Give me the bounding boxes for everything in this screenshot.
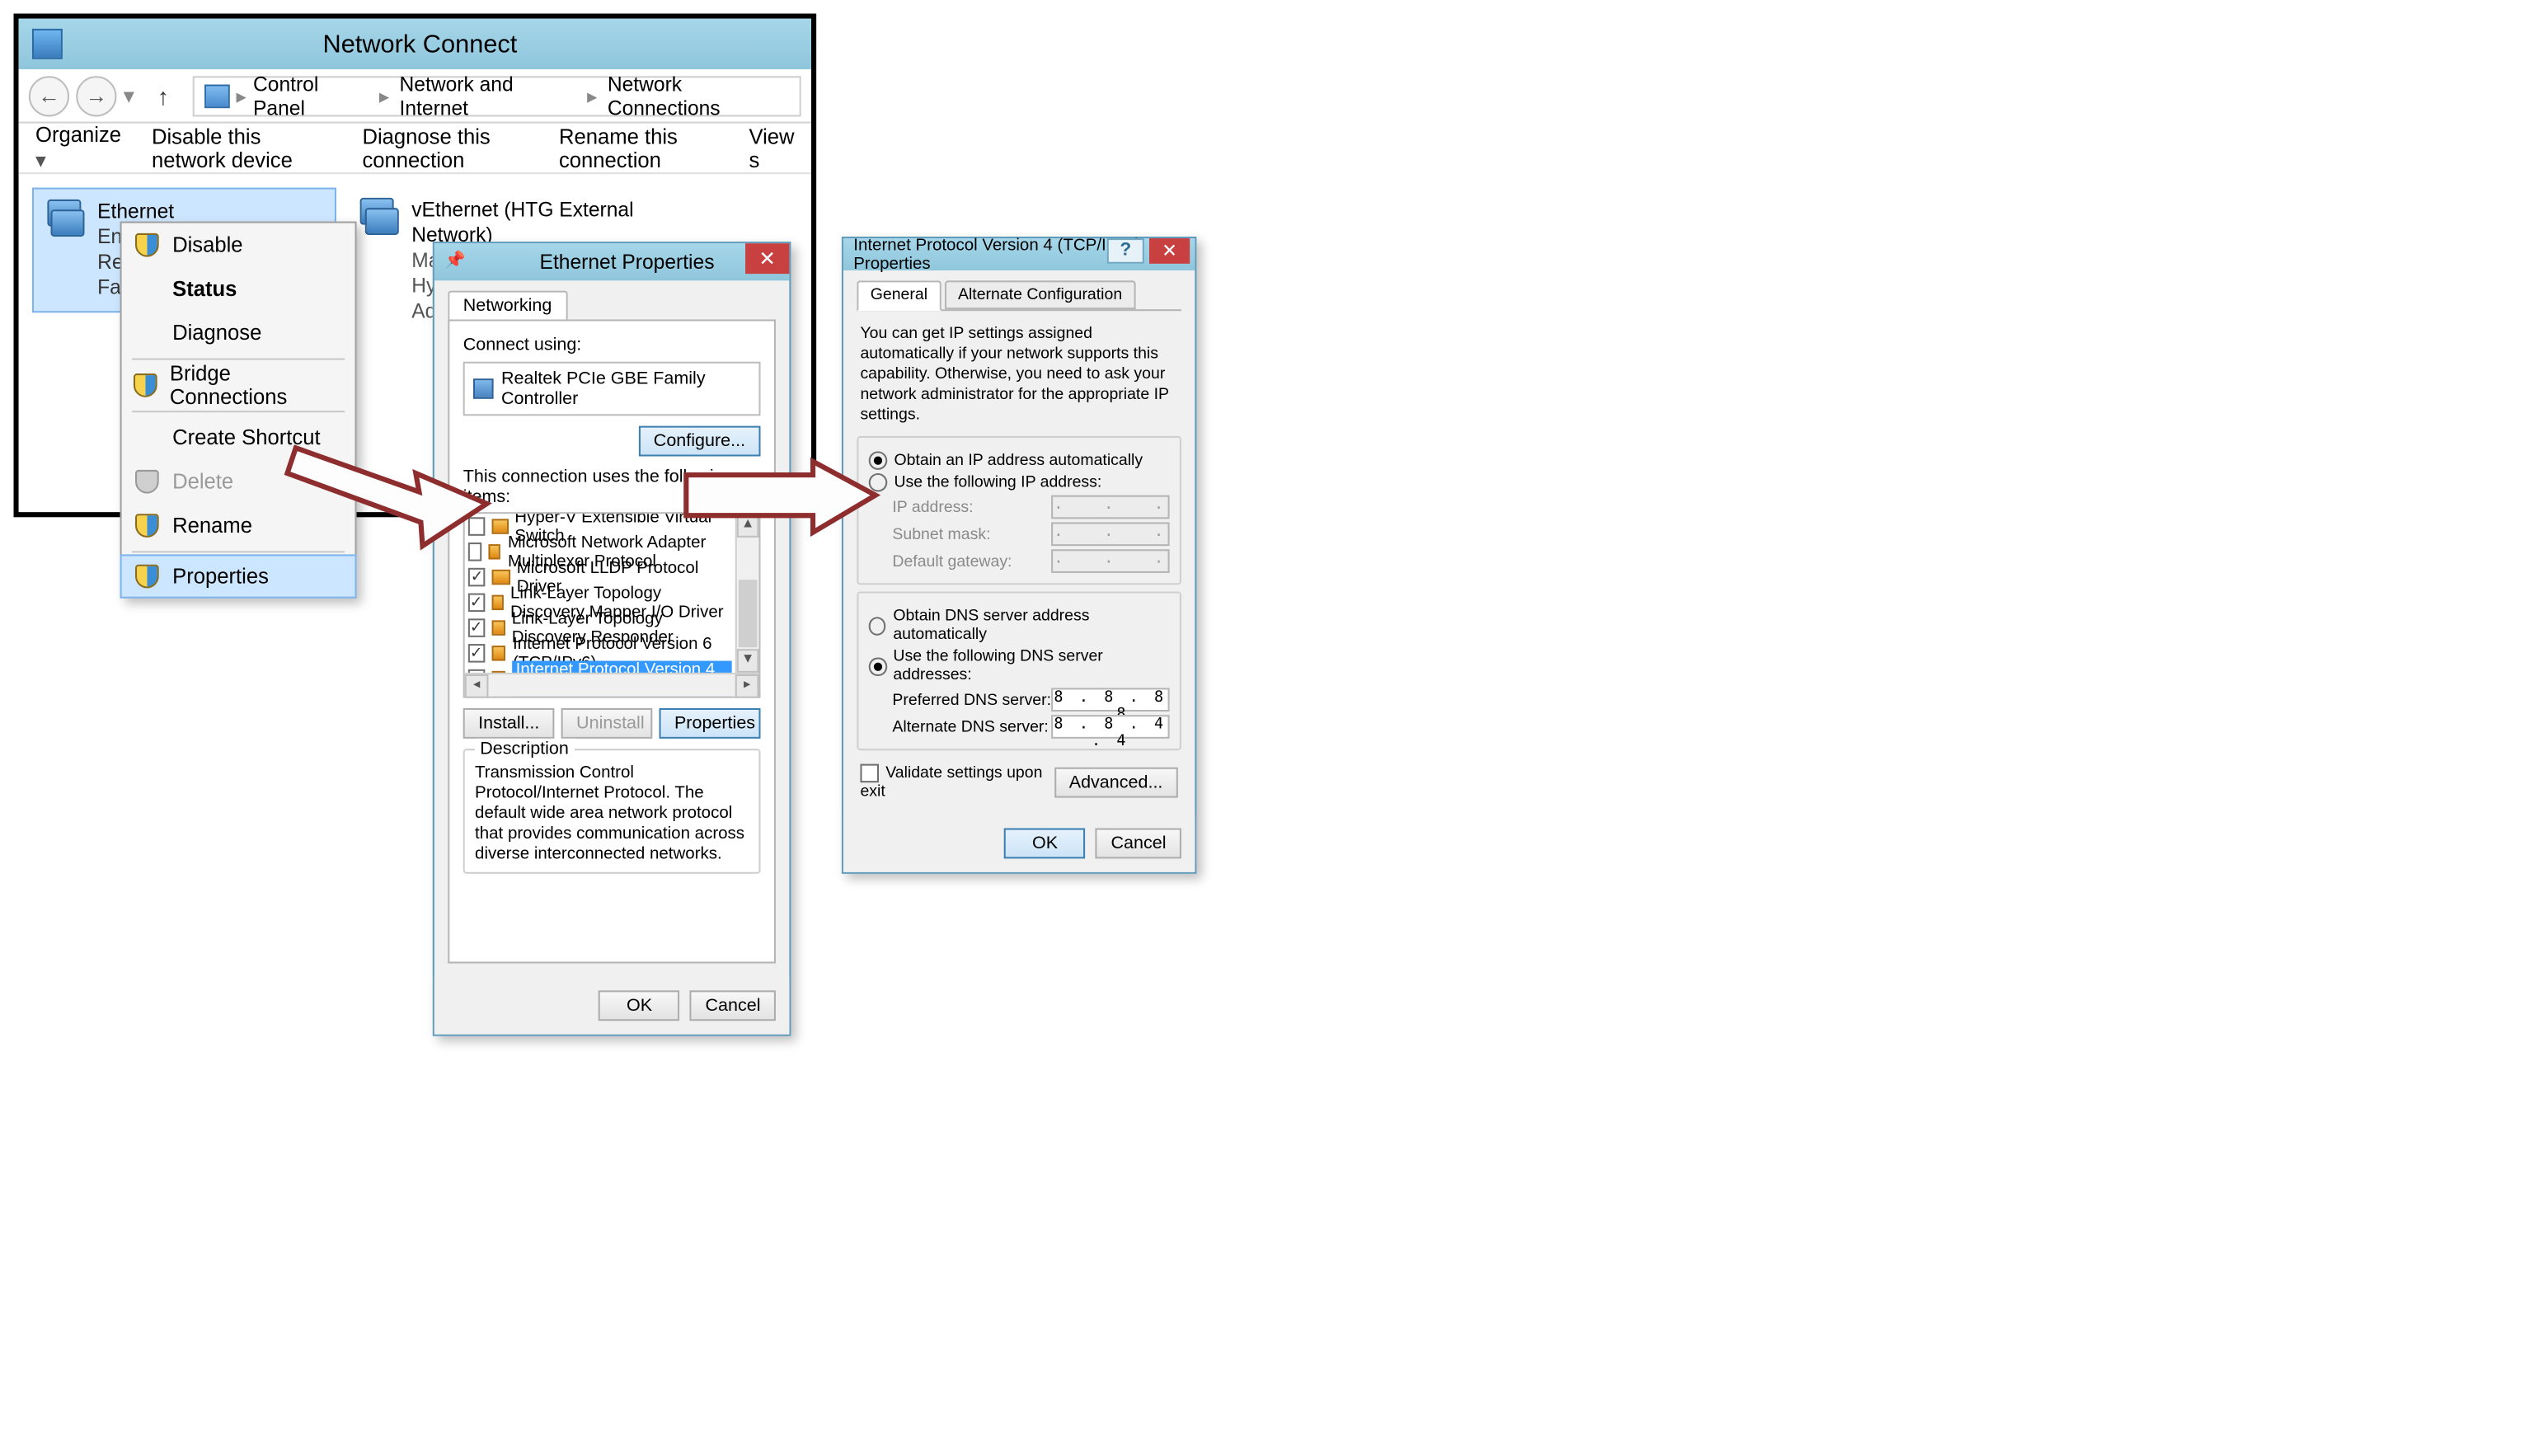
component-icon [491,646,506,660]
tab-strip: General Alternate Configuration [857,280,1181,311]
cancel-button[interactable]: Cancel [690,990,776,1021]
dialog-title: Ethernet Properties [465,250,790,274]
dialog-footer: OK Cancel [434,977,790,1035]
hscrollbar[interactable]: ◂ ▸ [465,673,759,697]
arrow-1 [288,414,508,554]
tab-strip: Networking [448,291,776,322]
adapter-icon [357,198,398,256]
configure-button[interactable]: Configure... [638,426,760,457]
diagnose-cmd[interactable]: Diagnose this connection [362,124,528,171]
scroll-thumb[interactable] [739,580,758,647]
label-ip: IP address: [892,498,973,517]
install-button[interactable]: Install... [463,708,555,739]
label-mask: Subnet mask: [892,525,990,544]
checkbox[interactable]: ✓ [468,594,485,613]
ctx-diagnose[interactable]: Diagnose [122,311,355,355]
ip-settings-group: Obtain an IP address automatically Use t… [857,436,1181,585]
checkbox[interactable]: ✓ [468,568,486,587]
radio-dns-auto[interactable]: Obtain DNS server address automatically [869,607,1170,644]
component-icon [492,570,509,585]
radio-dns-manual[interactable]: Use the following DNS server addresses: [869,647,1170,684]
checkbox[interactable]: ✓ [468,644,485,663]
field-gateway: . . . [1051,549,1170,573]
radio-ip-manual[interactable]: Use the following IP address: [869,473,1170,492]
dns-settings-group: Obtain DNS server address automatically … [857,592,1181,751]
location-icon [204,83,229,107]
uninstall-button: Uninstall [561,708,653,739]
scroll-down-button[interactable]: ▼ [737,649,759,673]
dialog-footer: OK Cancel [843,815,1195,872]
window-icon [32,29,63,59]
rename-cmd[interactable]: Rename this connection [559,124,719,171]
ctx-status[interactable]: Status [122,267,355,311]
breadcrumb-2[interactable]: Network and Internet [400,72,577,119]
adapter-name: Realtek PCIe GBE Family Controller [501,369,750,409]
pin-icon: 📌 [444,251,465,272]
forward-button[interactable]: → [76,75,116,115]
ipv4-properties-dialog: Internet Protocol Version 4 (TCP/IPv4) P… [842,237,1197,874]
close-button[interactable]: ✕ [745,243,789,274]
label-pref-dns: Preferred DNS server: [892,690,1051,709]
component-icon [491,595,504,610]
organize-menu[interactable]: Organize [35,124,121,172]
titlebar: Internet Protocol Version 4 (TCP/IPv4) P… [843,238,1195,270]
connect-using-field: Realtek PCIe GBE Family Controller [463,362,761,416]
scroll-right-button[interactable]: ▸ [735,674,759,698]
view-cmd[interactable]: View s [749,124,794,171]
radio-ip-auto[interactable]: Obtain an IP address automatically [869,451,1170,470]
validate-checkbox[interactable]: Validate settings upon exit [860,764,1054,801]
label-alt-dns: Alternate DNS server: [892,717,1048,736]
cancel-button[interactable]: Cancel [1096,829,1181,859]
connect-using-label: Connect using: [463,335,761,355]
tab-general[interactable]: General [857,280,941,311]
address-bar[interactable]: ▸ Control Panel ▸ Network and Internet ▸… [192,75,801,115]
nav-bar: ← → ▾ ↑ ▸ Control Panel ▸ Network and In… [19,69,811,124]
description-text: Transmission Control Protocol/Internet P… [475,764,749,866]
breadcrumb-1[interactable]: Control Panel [253,72,369,119]
adapter-name: vEthernet (HTG External Network) [411,198,641,249]
tab-alternate[interactable]: Alternate Configuration [945,280,1136,309]
description-legend: Description [475,739,574,759]
adapter-icon [473,378,493,399]
ctx-disable[interactable]: Disable [122,223,355,267]
shield-icon [134,373,157,397]
command-bar: Organize Disable this network device Dia… [19,124,811,175]
ctx-bridge[interactable]: Bridge Connections [122,364,355,407]
shield-icon [135,470,159,494]
breadcrumb-3[interactable]: Network Connections [608,72,789,119]
field-pref-dns[interactable]: 8 . 8 . 8 . 8 [1051,688,1170,712]
checkbox[interactable]: ✓ [468,618,485,637]
close-button[interactable]: ✕ [1149,238,1190,264]
scroll-left-button[interactable]: ◂ [465,674,489,698]
component-icon [491,620,505,635]
arrow-2 [681,462,884,548]
ethernet-properties-dialog: 📌 Ethernet Properties ✕ Networking Conne… [433,242,791,1036]
back-button[interactable]: ← [29,75,69,115]
shield-icon [135,514,159,538]
ok-button[interactable]: OK [1004,829,1085,859]
titlebar: 📌 Ethernet Properties ✕ [434,243,790,280]
description-group: Description Transmission Control Protoco… [463,749,761,874]
label-gateway: Default gateway: [892,552,1012,571]
help-button[interactable]: ? [1107,238,1144,264]
shield-icon [135,233,159,257]
intro-text: You can get IP settings assigned automat… [860,325,1177,426]
field-ip: . . . [1051,496,1170,519]
shield-icon [135,565,159,589]
up-button[interactable]: ↑ [148,82,178,109]
disable-device-cmd[interactable]: Disable this network device [152,124,332,171]
titlebar: Network Connect [19,19,811,69]
ok-button[interactable]: OK [599,990,679,1021]
properties-button[interactable]: Properties [660,708,761,739]
advanced-button[interactable]: Advanced... [1054,768,1178,798]
tab-networking[interactable]: Networking [448,291,567,320]
ctx-properties[interactable]: Properties [120,554,357,598]
adapter-icon [44,200,83,257]
field-alt-dns[interactable]: 8 . 8 . 4 . 4 [1051,715,1170,739]
window-title: Network Connect [76,30,797,59]
field-mask: . . . [1051,522,1170,546]
recent-dropdown[interactable]: ▾ [124,82,134,109]
